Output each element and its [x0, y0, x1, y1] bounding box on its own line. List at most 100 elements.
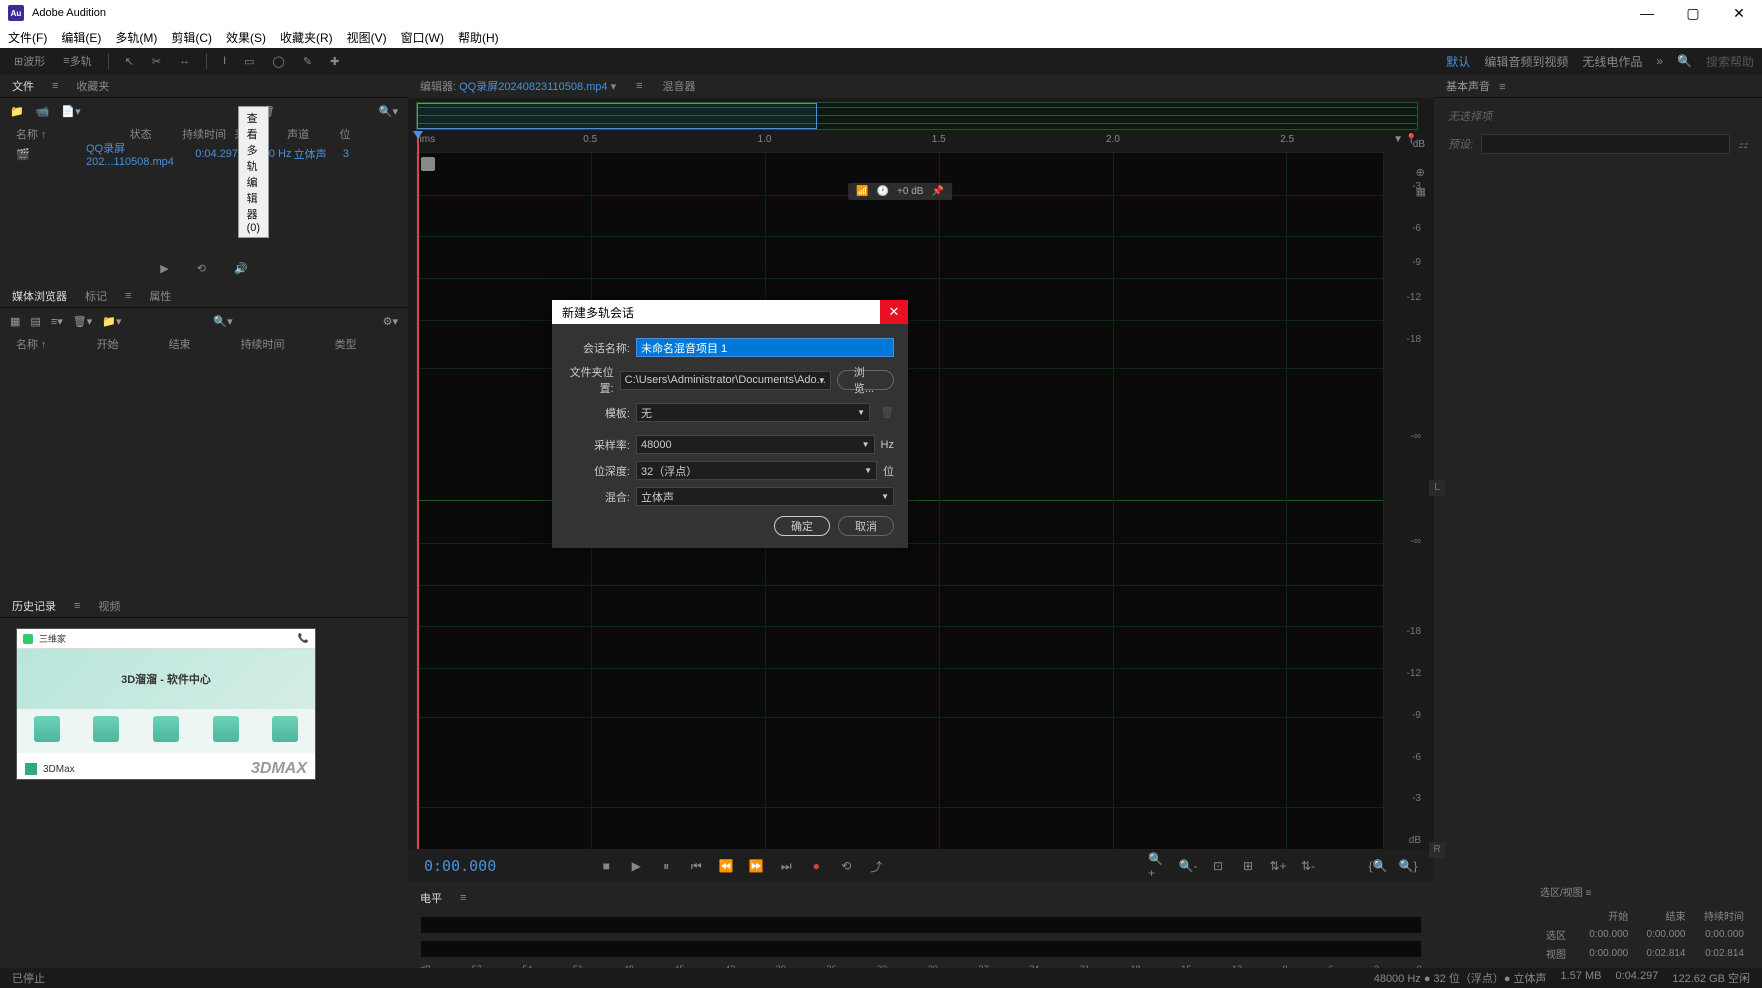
goto-end-button[interactable]: ⏭ [776, 856, 796, 876]
minimize-button[interactable]: — [1624, 0, 1670, 26]
template-select[interactable]: 无▼ [636, 403, 870, 422]
bit-depth-select[interactable]: 32（浮点）▼ [636, 461, 877, 480]
mcol-type[interactable]: 类型 [335, 336, 357, 352]
essential-sound-tab[interactable]: 基本声音 [1446, 81, 1490, 93]
tool-razor[interactable]: ✂ [146, 52, 167, 71]
zoom-out-v-icon[interactable]: ⇅- [1298, 856, 1318, 876]
tab-favorites[interactable]: 收藏夹 [76, 78, 109, 94]
record-file-icon[interactable]: 📹 [36, 105, 50, 118]
tool-time[interactable]: I [217, 52, 232, 70]
mixer-tab[interactable]: 混音器 [663, 78, 696, 94]
open-file-icon[interactable]: 📁 [10, 105, 24, 118]
workspace-more-icon[interactable]: » [1656, 54, 1663, 68]
zoom-in-v-icon[interactable]: ⇅+ [1268, 856, 1288, 876]
marker-icon[interactable]: ▼ [1393, 134, 1403, 145]
tool-brush[interactable]: ✎ [297, 52, 318, 71]
tab-history[interactable]: 历史记录 [12, 598, 56, 614]
folder-select[interactable]: C:\Users\Administrator\Documents\Ado...▼ [620, 371, 831, 390]
col-duration[interactable]: 持续时间 [182, 126, 234, 142]
history-thumbnail[interactable]: 三维家📞 3D溜溜 - 软件中心 3DMax3DMAX [16, 628, 316, 780]
zoom-out-icon[interactable]: 🔍- [1178, 856, 1198, 876]
col-bit[interactable]: 位 [340, 126, 392, 142]
playhead[interactable] [417, 135, 419, 849]
ok-button[interactable]: 确定 [774, 516, 830, 536]
mb-icon4[interactable]: 🗑▾ [73, 315, 93, 328]
mcol-dur[interactable]: 持续时间 [241, 336, 285, 352]
record-button[interactable]: ● [806, 856, 826, 876]
tab-files[interactable]: 文件 [12, 78, 34, 94]
cancel-button[interactable]: 取消 [838, 516, 894, 536]
multitrack-view-icon[interactable]: ⊞查看多轨编辑器 (0) [240, 105, 249, 118]
menu-view[interactable]: 视图(V) [347, 29, 387, 46]
menu-effects[interactable]: 效果(S) [226, 29, 266, 46]
file-row[interactable]: 🎬QQ录屏202...110508.mp4 0:04.297 48000 Hz … [0, 144, 408, 164]
menu-help[interactable]: 帮助(H) [458, 29, 499, 46]
session-name-input[interactable] [636, 338, 894, 357]
time-ruler[interactable]: hms 0.5 1.0 1.5 2.0 2.5 📍 ▼ [416, 134, 1384, 152]
browse-button[interactable]: 浏览... [837, 370, 894, 390]
mb-settings-icon[interactable]: ⚙▾ [383, 315, 398, 328]
mb-search-icon[interactable]: 🔍▾ [213, 315, 232, 328]
out-point-icon[interactable]: 🔍} [1398, 856, 1418, 876]
mcol-name[interactable]: 名称 ↑ [16, 336, 47, 352]
mb-icon3[interactable]: ≡▾ [51, 315, 63, 328]
overview-ruler[interactable] [416, 102, 1418, 130]
pin-hud-icon[interactable]: 📌 [931, 186, 943, 197]
zoom-in-icon[interactable]: 🔍+ [1148, 856, 1168, 876]
preset-menu-icon[interactable]: ⚏ [1738, 138, 1748, 151]
editor-tab[interactable]: 编辑器: QQ录屏20240823110508.mp4 ▾ [420, 78, 616, 94]
menu-window[interactable]: 窗口(W) [401, 29, 444, 46]
close-button[interactable]: ✕ [1716, 0, 1762, 26]
mode-waveform-button[interactable]: ⊞ 波形 [8, 50, 51, 72]
new-file-icon[interactable]: 📄▾ [61, 105, 80, 118]
mode-multitrack-button[interactable]: ≡ 多轨 [57, 50, 97, 72]
delete-template-icon[interactable]: 🗑 [880, 406, 894, 419]
play-preview-button[interactable]: ▶ [160, 262, 168, 275]
mb-icon5[interactable]: 📁▾ [102, 315, 121, 328]
menu-multitrack[interactable]: 多轨(M) [115, 29, 157, 46]
play-button[interactable]: ▶ [626, 856, 646, 876]
tool-move[interactable]: ↖ [119, 52, 140, 71]
tab-properties[interactable]: 属性 [149, 288, 171, 304]
tool-heal[interactable]: ✚ [324, 52, 345, 71]
filter-search-icon[interactable]: 🔍▾ [379, 105, 398, 118]
mix-select[interactable]: 立体声▼ [636, 487, 894, 506]
rewind-button[interactable]: ⏪ [716, 856, 736, 876]
search-icon[interactable]: 🔍 [1677, 54, 1692, 68]
loop-preview-button[interactable]: ⟲ [197, 262, 206, 275]
menu-clip[interactable]: 剪辑(C) [171, 29, 212, 46]
timecode[interactable]: 0:00.000 [424, 857, 496, 875]
overview-handle[interactable] [417, 103, 817, 129]
skip-button[interactable]: ⤴ [866, 856, 886, 876]
mb-icon2[interactable]: ▤ [30, 315, 40, 328]
maximize-button[interactable]: ▢ [1670, 0, 1716, 26]
workspace-default[interactable]: 默认 [1446, 53, 1470, 70]
forward-button[interactable]: ⏩ [746, 856, 766, 876]
tool-slip[interactable]: ↔ [173, 52, 196, 70]
sample-rate-select[interactable]: 48000▼ [636, 435, 875, 454]
tool-marquee[interactable]: ▭ [238, 52, 260, 71]
in-point-icon[interactable]: {🔍 [1368, 856, 1388, 876]
mcol-start[interactable]: 开始 [97, 336, 119, 352]
tab-markers[interactable]: 标记 [85, 288, 107, 304]
dialog-close-button[interactable]: ✕ [880, 300, 908, 324]
mb-icon1[interactable]: ▦ [10, 315, 20, 328]
zoom-full-icon[interactable]: ⊡ [1208, 856, 1228, 876]
stop-button[interactable]: ■ [596, 856, 616, 876]
menu-favorites[interactable]: 收藏夹(R) [280, 29, 333, 46]
zoom-sel-icon[interactable]: ⊞ [1238, 856, 1258, 876]
pause-button[interactable]: ⏸ [656, 856, 676, 876]
loop-button[interactable]: ⟲ [836, 856, 856, 876]
workspace-radio[interactable]: 无线电作品 [1582, 53, 1642, 70]
levels-tab[interactable]: 电平 [420, 890, 442, 906]
menu-file[interactable]: 文件(F) [8, 29, 47, 46]
search-help-field[interactable]: 搜索帮助 [1706, 53, 1754, 70]
hud-gain[interactable]: 📶 🕐 +0 dB 📌 [848, 183, 952, 200]
goto-start-button[interactable]: ⏮ [686, 856, 706, 876]
tool-lasso[interactable]: ◯ [267, 52, 291, 71]
tab-media-browser[interactable]: 媒体浏览器 [12, 288, 67, 304]
autoplay-button[interactable]: 🔊 [234, 262, 248, 275]
tab-video[interactable]: 视频 [98, 598, 120, 614]
menu-edit[interactable]: 编辑(E) [61, 29, 101, 46]
workspace-edit-audio-video[interactable]: 编辑音频到视频 [1484, 53, 1568, 70]
